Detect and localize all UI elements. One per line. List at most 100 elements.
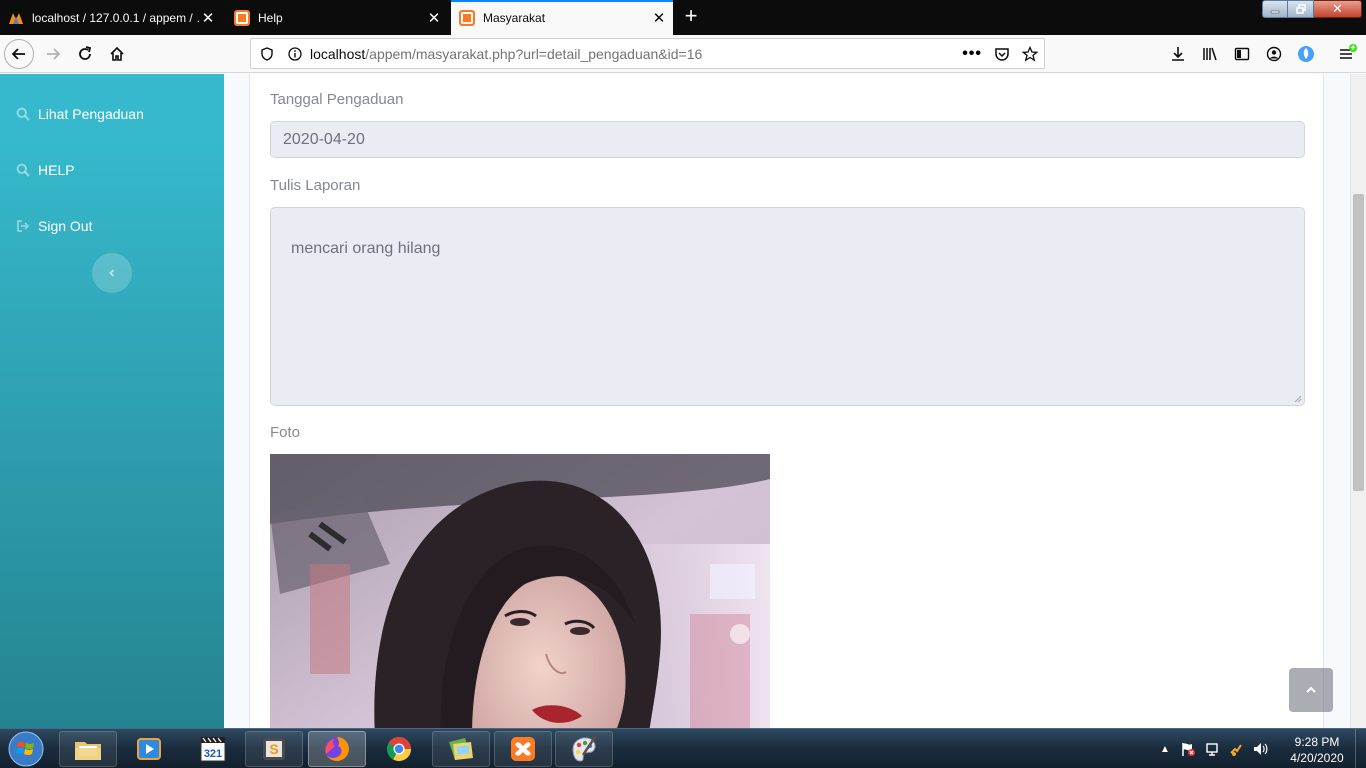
extension-icon bbox=[1298, 46, 1314, 62]
windows-logo-icon bbox=[8, 731, 44, 767]
tab-title: Masyarakat bbox=[483, 10, 546, 25]
taskbar-media-player[interactable] bbox=[120, 731, 178, 767]
library-button[interactable] bbox=[1195, 39, 1225, 69]
scrollbar-thumb[interactable] bbox=[1353, 194, 1364, 491]
detail-card: Tanggal Pengaduan 2020-04-20 Tulis Lapor… bbox=[249, 74, 1324, 728]
slideshow-321-icon: 321 bbox=[200, 737, 226, 762]
sidebar-item-label: HELP bbox=[38, 162, 75, 178]
sidebar-item-label: Lihat Pengaduan bbox=[38, 106, 144, 122]
svg-text:321: 321 bbox=[204, 748, 222, 760]
foto-label: Foto bbox=[270, 424, 301, 441]
taskbar-xampp[interactable] bbox=[494, 731, 552, 767]
library-icon bbox=[1203, 47, 1217, 61]
forward-button[interactable] bbox=[38, 39, 68, 69]
sidebar-toggle-button[interactable] bbox=[1227, 39, 1257, 69]
phpmyadmin-icon bbox=[8, 10, 24, 26]
action-center-flag-icon[interactable] bbox=[1180, 741, 1196, 757]
tab-title: Help bbox=[258, 10, 283, 25]
sidebar-item-label: Sign Out bbox=[38, 218, 93, 234]
bookmark-star-icon[interactable] bbox=[1022, 45, 1038, 62]
volume-icon[interactable] bbox=[1252, 741, 1268, 757]
taskbar-explorer[interactable] bbox=[59, 731, 117, 767]
tanggal-label: Tanggal Pengaduan bbox=[270, 91, 404, 108]
taskbar-sublime-text[interactable]: S bbox=[245, 731, 303, 767]
complaint-photo bbox=[270, 454, 770, 728]
downloads-button[interactable] bbox=[1163, 39, 1193, 69]
reload-button[interactable] bbox=[70, 39, 100, 69]
arrow-left-icon bbox=[11, 48, 25, 60]
clock-date: 4/20/2020 bbox=[1290, 751, 1344, 765]
windows-media-player-icon bbox=[137, 738, 161, 760]
home-button[interactable] bbox=[102, 39, 132, 69]
address-bar[interactable]: localhost/appem/masyarakat.php?url=detai… bbox=[250, 38, 1045, 69]
firefox-icon bbox=[325, 737, 349, 761]
menu-button[interactable] bbox=[1332, 39, 1362, 69]
info-icon[interactable] bbox=[288, 46, 302, 61]
close-icon[interactable]: ✕ bbox=[200, 9, 216, 27]
shield-icon[interactable] bbox=[260, 46, 274, 61]
hamburger-menu-icon bbox=[1340, 44, 1357, 59]
network-icon[interactable] bbox=[1204, 741, 1220, 757]
account-button[interactable] bbox=[1259, 39, 1289, 69]
tanggal-value: 2020-04-20 bbox=[283, 131, 365, 148]
page-scrollbar[interactable] bbox=[1350, 74, 1366, 728]
sidebar-item-lihat-pengaduan[interactable]: Lihat Pengaduan bbox=[16, 106, 144, 122]
taskbar-paint[interactable] bbox=[555, 731, 613, 767]
sign-out-icon bbox=[17, 220, 30, 232]
browser-tab-strip: localhost / 127.0.0.1 / appem / … ✕ Help… bbox=[0, 0, 1366, 35]
tab-masyarakat[interactable]: Masyarakat ✕ bbox=[451, 0, 673, 35]
sidebar-toggle[interactable] bbox=[92, 253, 132, 293]
taskbar-folder[interactable] bbox=[432, 731, 490, 767]
chrome-icon bbox=[386, 736, 411, 762]
taskbar-firefox[interactable] bbox=[308, 731, 366, 767]
scroll-to-top-button[interactable] bbox=[1289, 668, 1333, 712]
taskbar-clock[interactable]: 9:28 PM 4/20/2020 bbox=[1282, 734, 1352, 766]
url-path: /appem/masyarakat.php?url=detail_pengadu… bbox=[365, 45, 703, 62]
chevron-left-icon bbox=[109, 269, 115, 277]
taskbar-slideshow[interactable]: 321 bbox=[184, 731, 242, 767]
sidebar-item-sign-out[interactable]: Sign Out bbox=[16, 218, 92, 234]
taskbar-chrome[interactable] bbox=[370, 731, 428, 767]
start-button[interactable] bbox=[6, 730, 46, 768]
sidebar-item-help[interactable]: HELP bbox=[16, 162, 75, 178]
content-wrapper: Tanggal Pengaduan 2020-04-20 Tulis Lapor… bbox=[224, 74, 1350, 728]
extension-button[interactable] bbox=[1291, 39, 1321, 69]
close-icon[interactable]: ✕ bbox=[426, 9, 442, 27]
reload-icon bbox=[79, 46, 92, 60]
page-actions-icon[interactable]: ••• bbox=[962, 45, 982, 63]
tab-phpmyadmin[interactable]: localhost / 127.0.0.1 / appem / … ✕ bbox=[0, 0, 222, 35]
restore-button[interactable] bbox=[1288, 0, 1314, 18]
sidebar: Lihat Pengaduan HELP Sign Out bbox=[0, 74, 224, 728]
svg-text:S: S bbox=[269, 741, 278, 757]
search-icon bbox=[16, 107, 30, 121]
back-button[interactable] bbox=[4, 39, 34, 69]
show-desktop-button[interactable] bbox=[1355, 729, 1366, 768]
arrow-right-icon bbox=[47, 48, 61, 60]
download-icon bbox=[1172, 47, 1184, 61]
search-icon bbox=[16, 163, 30, 177]
tanggal-field[interactable]: 2020-04-20 bbox=[270, 121, 1305, 158]
navigation-toolbar: localhost/appem/masyarakat.php?url=detai… bbox=[0, 35, 1366, 73]
minimize-button[interactable] bbox=[1262, 0, 1288, 18]
url-text[interactable]: localhost/appem/masyarakat.php?url=detai… bbox=[310, 46, 702, 62]
laporan-textarea[interactable]: mencari orang hilang bbox=[270, 207, 1305, 406]
home-icon bbox=[110, 46, 124, 61]
xampp-icon bbox=[234, 9, 250, 26]
close-window-button[interactable]: ✕ bbox=[1314, 0, 1362, 18]
close-icon[interactable]: ✕ bbox=[651, 9, 667, 27]
clock-time: 9:28 PM bbox=[1294, 735, 1340, 749]
windows-taskbar: 321 S ▲ 9:28 PM 4/20/2020 bbox=[0, 728, 1366, 768]
resize-handle-icon[interactable] bbox=[1293, 394, 1302, 403]
xampp-icon bbox=[511, 737, 535, 761]
paint-icon bbox=[572, 736, 597, 762]
explorer-folder-icon bbox=[75, 742, 101, 760]
new-tab-button[interactable]: + bbox=[679, 3, 703, 29]
plugin-icon[interactable] bbox=[1228, 741, 1244, 757]
tab-help[interactable]: Help ✕ bbox=[226, 0, 448, 35]
pocket-icon[interactable] bbox=[994, 46, 1010, 62]
account-icon bbox=[1266, 46, 1282, 62]
tab-title: localhost / 127.0.0.1 / appem / … bbox=[32, 10, 200, 25]
url-host: localhost bbox=[310, 45, 366, 62]
show-hidden-icons-icon[interactable]: ▲ bbox=[1160, 744, 1170, 755]
sidebar-icon bbox=[1234, 47, 1250, 61]
